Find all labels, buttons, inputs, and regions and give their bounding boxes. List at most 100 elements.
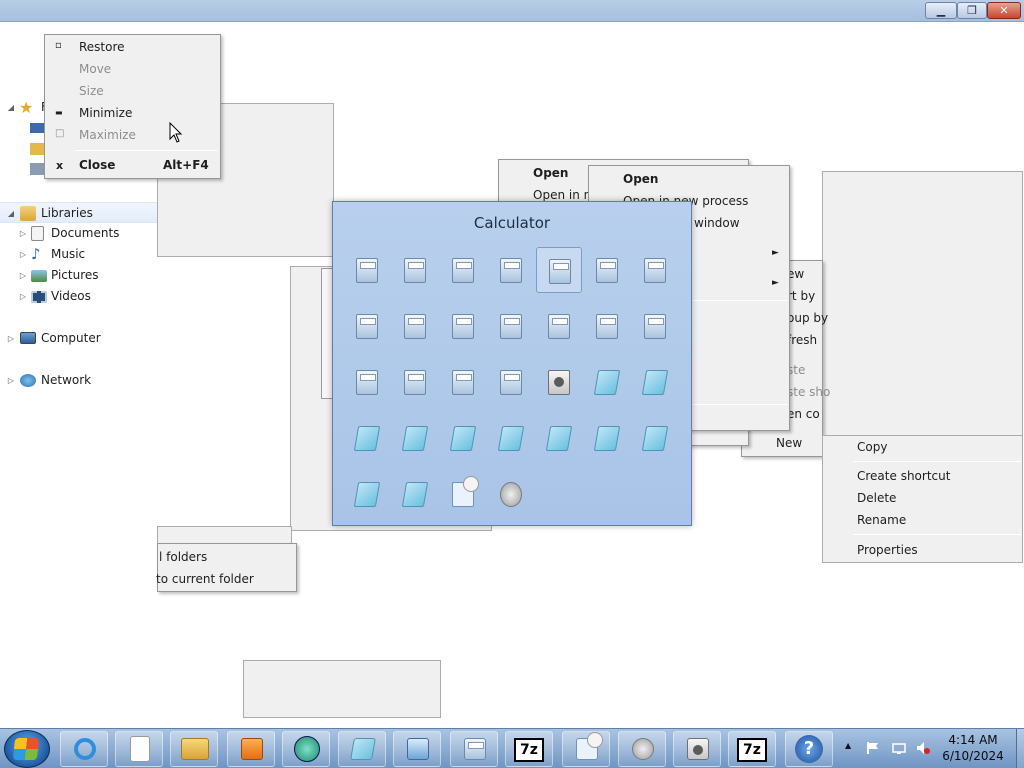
switcher-item-notepad[interactable] bbox=[392, 415, 438, 461]
show-hidden-icons-button[interactable]: ▲ bbox=[845, 741, 851, 750]
notepad-icon bbox=[497, 426, 525, 451]
collapse-arrow-icon[interactable]: ▷ bbox=[6, 328, 16, 349]
switcher-item-calculator[interactable] bbox=[344, 247, 390, 293]
nav-item-documents[interactable]: ▷ Documents bbox=[0, 223, 157, 244]
taskbar-7zip-button[interactable]: 7z bbox=[505, 731, 553, 767]
switcher-item-notepad[interactable] bbox=[440, 415, 486, 461]
switcher-item-notepad[interactable] bbox=[344, 471, 390, 517]
taskbar-app-button[interactable] bbox=[282, 731, 330, 767]
switcher-item-calculator[interactable] bbox=[632, 303, 678, 349]
menu-item-new[interactable]: New bbox=[776, 432, 802, 454]
menu-item-paste-shortcut[interactable]: ste sho bbox=[787, 381, 830, 403]
nav-item-computer[interactable]: ▷ Computer bbox=[0, 328, 157, 349]
menu-item-sort-by[interactable]: rt by bbox=[787, 285, 815, 307]
nav-label-network: Network bbox=[41, 373, 92, 387]
menu-item-rename[interactable]: Rename bbox=[857, 509, 906, 531]
taskbar-notepad-button[interactable] bbox=[338, 731, 386, 767]
expand-arrow-icon[interactable]: ◢ bbox=[6, 97, 16, 118]
nav-item-videos[interactable]: ▷ Videos bbox=[0, 286, 157, 307]
switcher-item-calculator[interactable] bbox=[344, 359, 390, 405]
switcher-item-calculator[interactable] bbox=[488, 303, 534, 349]
menu-item-properties[interactable]: Properties bbox=[857, 539, 918, 561]
menu-item-restore[interactable]: Restore bbox=[79, 36, 125, 58]
collapse-arrow-icon[interactable]: ▷ bbox=[6, 370, 16, 391]
minimize-button[interactable]: ▁ bbox=[925, 2, 957, 19]
taskbar-ie-button[interactable] bbox=[60, 731, 108, 767]
switcher-item-calculator[interactable] bbox=[632, 247, 678, 293]
calculator-icon bbox=[500, 370, 522, 395]
taskbar-help-button[interactable]: ? bbox=[785, 731, 833, 767]
help-icon: ? bbox=[795, 735, 823, 763]
switcher-item-calculator[interactable] bbox=[536, 303, 582, 349]
menu-item-close[interactable]: Close bbox=[79, 154, 115, 176]
nav-item-network[interactable]: ▷ Network bbox=[0, 370, 157, 391]
switcher-item-calculator[interactable] bbox=[392, 247, 438, 293]
switcher-item-calculator[interactable] bbox=[440, 359, 486, 405]
switcher-item-notepad[interactable] bbox=[584, 415, 630, 461]
notepad-icon bbox=[641, 370, 669, 395]
switcher-item-calculator[interactable] bbox=[344, 303, 390, 349]
taskbar-7zip-button-2[interactable]: 7z bbox=[728, 731, 776, 767]
menu-item-expand-to-current-folder[interactable]: to current folder bbox=[156, 568, 254, 590]
taskbar-calculator-button[interactable] bbox=[450, 731, 498, 767]
collapse-arrow-icon[interactable]: ▷ bbox=[18, 265, 28, 286]
taskbar-media-player-button[interactable] bbox=[227, 731, 275, 767]
action-center-flag-icon[interactable] bbox=[866, 741, 880, 755]
window-title-bar[interactable] bbox=[0, 0, 1024, 22]
system-clock[interactable]: 4:14 AM 6/10/2024 bbox=[928, 732, 1018, 764]
switcher-item-calculator[interactable] bbox=[440, 247, 486, 293]
switcher-item-notepad[interactable] bbox=[488, 415, 534, 461]
switcher-item-calculator[interactable] bbox=[584, 247, 630, 293]
switcher-item-calculator[interactable] bbox=[488, 247, 534, 293]
restore-button[interactable]: ❐ bbox=[957, 2, 987, 19]
taskbar-system-tool-button[interactable] bbox=[673, 731, 721, 767]
menu-item-delete[interactable]: Delete bbox=[857, 487, 896, 509]
switcher-item-calculator[interactable] bbox=[488, 359, 534, 405]
switcher-item-notepad[interactable] bbox=[632, 359, 678, 405]
switcher-item-notepad[interactable] bbox=[344, 415, 390, 461]
taskbar-explorer-button[interactable] bbox=[170, 731, 218, 767]
nav-item-pictures[interactable]: ▷ Pictures bbox=[0, 265, 157, 286]
collapse-arrow-icon[interactable]: ▷ bbox=[18, 286, 28, 307]
menu-item-show-all-folders[interactable]: l folders bbox=[159, 546, 207, 568]
menu-item-create-shortcut[interactable]: Create shortcut bbox=[857, 465, 950, 487]
close-button[interactable]: ✕ bbox=[987, 2, 1021, 19]
menu-item-minimize[interactable]: Minimize bbox=[79, 102, 132, 124]
switcher-item-scheduler[interactable] bbox=[440, 471, 486, 517]
menu-item-open[interactable]: Open bbox=[623, 168, 658, 190]
switcher-item-notepad[interactable] bbox=[392, 471, 438, 517]
taskbar-document-button[interactable] bbox=[115, 731, 163, 767]
menu-item-copy[interactable]: Copy bbox=[857, 436, 887, 458]
switcher-item-sound[interactable] bbox=[488, 471, 534, 517]
windows-logo-icon bbox=[12, 738, 40, 760]
collapse-arrow-icon[interactable]: ▷ bbox=[18, 223, 28, 244]
switcher-item-notepad[interactable] bbox=[584, 359, 630, 405]
minimize-glyph-icon: ▬ bbox=[55, 108, 63, 117]
switcher-item-calculator[interactable] bbox=[392, 359, 438, 405]
switcher-item-calculator[interactable] bbox=[536, 247, 582, 293]
show-desktop-button[interactable] bbox=[1016, 729, 1024, 768]
collapse-arrow-icon[interactable]: ▷ bbox=[18, 244, 28, 265]
expand-arrow-icon[interactable]: ◢ bbox=[6, 203, 16, 224]
switcher-item-calculator[interactable] bbox=[440, 303, 486, 349]
7zip-icon: 7z bbox=[737, 738, 767, 762]
switcher-item-notepad[interactable] bbox=[536, 415, 582, 461]
taskbar-sound-button[interactable] bbox=[618, 731, 666, 767]
nav-item-music[interactable]: ▷ ♪ Music bbox=[0, 244, 157, 265]
menu-item-open-new-window[interactable]: window bbox=[694, 212, 740, 234]
switcher-item-calculator[interactable] bbox=[392, 303, 438, 349]
menu-item-open[interactable]: Open bbox=[533, 162, 568, 184]
switcher-item-notepad[interactable] bbox=[632, 415, 678, 461]
menu-item-maximize[interactable]: Maximize bbox=[79, 124, 136, 146]
taskbar-scheduler-button[interactable] bbox=[562, 731, 610, 767]
menu-item-open-command[interactable]: en co bbox=[787, 403, 820, 425]
taskbar-remote-desktop-button[interactable] bbox=[393, 731, 441, 767]
switcher-item-calculator[interactable] bbox=[584, 303, 630, 349]
menu-item-refresh[interactable]: fresh bbox=[787, 329, 817, 351]
switcher-item-system-tool[interactable] bbox=[536, 359, 582, 405]
menu-item-size[interactable]: Size bbox=[79, 80, 104, 102]
nav-item-libraries[interactable]: ◢ Libraries bbox=[0, 202, 157, 223]
menu-item-move[interactable]: Move bbox=[79, 58, 111, 80]
menu-item-group-by[interactable]: oup by bbox=[787, 307, 828, 329]
network-tray-icon[interactable] bbox=[892, 741, 906, 755]
